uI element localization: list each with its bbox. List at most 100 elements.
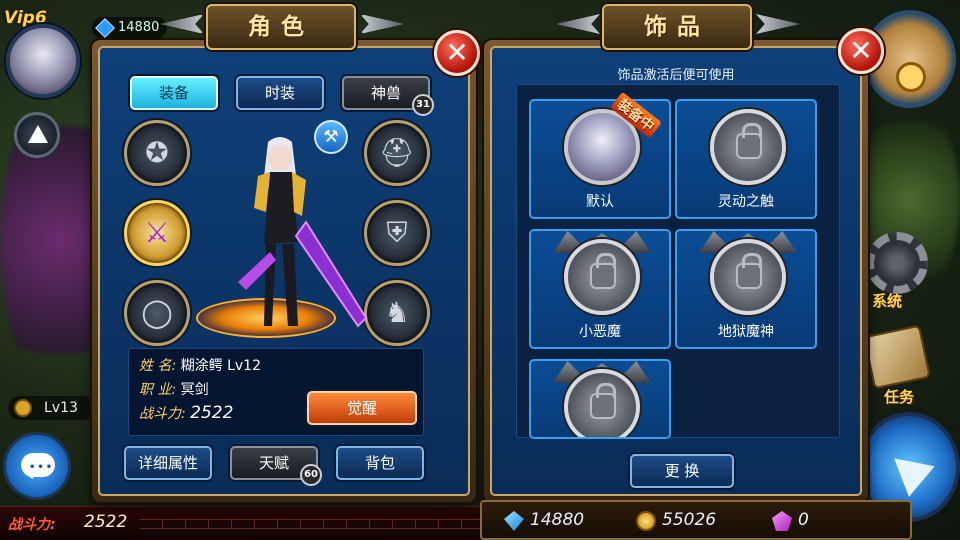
task-label[interactable]: 任务 — [884, 386, 914, 407]
collapse-up-button[interactable] — [14, 112, 60, 158]
accessory-label: 灵动之触 — [718, 194, 774, 210]
replace-button[interactable]: 更 换 — [630, 454, 734, 488]
purple-sword-icon: ⚔ — [144, 216, 170, 249]
accessory-grid: 装备中 默认 灵动之触 小恶魔 地狱魔神 — [516, 84, 840, 439]
accessory-notice: 饰品激活后便可使用 — [617, 68, 735, 83]
left-wing-ornament — [556, 14, 600, 34]
chat-dots: ••• — [29, 462, 55, 473]
equip-slot-ring[interactable]: ◯ — [124, 280, 190, 346]
talent-label: 天赋 — [258, 454, 289, 472]
accessory-panel-body: 饰品激活后便可使用 装备中 默认 灵动之触 小恶魔 地狱魔神 更 换 — [490, 46, 862, 496]
purple-gem-icon — [772, 511, 792, 531]
role-close-button[interactable]: ✕ — [434, 30, 480, 76]
diamond-counter: 14880 — [504, 510, 585, 531]
talent-button[interactable]: 天赋 60 — [230, 446, 322, 486]
close-icon: ✕ — [445, 36, 469, 69]
diamond-icon — [95, 18, 115, 38]
lock-icon — [590, 383, 616, 419]
helmet-icon: ⛑ — [379, 136, 415, 169]
combat-power-bar: 战斗力: 2522 — [0, 506, 480, 540]
character-level: Lv12 — [227, 358, 261, 374]
currency-bar: 14880 55026 0 — [480, 500, 912, 540]
role-panel: 装备 时装 神兽 31 ✪ ⚔ ◯ ⛑ ⛨ ♞ ⚒ 姓 名: 糊涂鳄 Lv12 职… — [92, 40, 476, 502]
accessory-card-imp[interactable]: 小恶魔 — [529, 229, 671, 349]
class-label: 职 业: — [139, 382, 177, 398]
accessory-label: 小恶魔 — [579, 324, 621, 340]
lock-icon: 31 — [412, 94, 434, 116]
locked-accessory-icon — [710, 239, 786, 315]
accessory-panel: 饰品激活后便可使用 装备中 默认 灵动之触 小恶魔 地狱魔神 更 换 — [484, 40, 868, 502]
awaken-button[interactable]: 觉醒 — [307, 391, 417, 425]
top-diamond-value: 14880 — [118, 20, 160, 35]
gold-counter: 55026 — [636, 510, 717, 531]
accessory-card-5[interactable] — [529, 359, 671, 439]
locked-accessory-icon — [564, 369, 640, 437]
pentagram-necklace-icon: ✪ — [145, 136, 169, 169]
tab-fashion-label: 时装 — [264, 84, 295, 102]
accessory-panel-title: 饰品 — [644, 13, 710, 40]
accessory-card-lingdong[interactable]: 灵动之触 — [675, 99, 817, 219]
task-scroll-icon[interactable] — [863, 324, 931, 390]
player-avatar[interactable] — [6, 24, 80, 98]
details-label: 详细属性 — [137, 454, 198, 472]
gold-value: 55026 — [662, 510, 717, 530]
character-info-box: 姓 名: 糊涂鳄 Lv12 职 业: 冥剑 战斗力: 2522 觉醒 — [128, 348, 424, 436]
role-panel-title: 角色 — [248, 13, 314, 40]
locked-accessory-icon — [710, 109, 786, 185]
accessory-label: 默认 — [586, 194, 614, 210]
character-name: 糊涂鳄 — [180, 358, 223, 374]
name-row: 姓 名: 糊涂鳄 Lv12 — [139, 355, 261, 375]
diamond-icon — [504, 511, 524, 531]
tab-equipment-label: 装备 — [158, 84, 189, 102]
gem-counter: 0 — [772, 510, 809, 531]
diamond-value: 14880 — [530, 510, 585, 530]
ring-icon: ◯ — [141, 296, 173, 329]
accessory-close-button[interactable]: ✕ — [838, 28, 884, 74]
accessory-label: 地狱魔神 — [718, 324, 774, 340]
right-wing-ornament — [756, 14, 800, 34]
lock-badge-icon — [14, 399, 32, 417]
character-class: 冥剑 — [180, 382, 209, 398]
equip-slot-weapon[interactable]: ⚔ — [124, 200, 190, 266]
character-model — [238, 137, 368, 328]
boots-icon: ♞ — [384, 296, 410, 329]
equip-slot-helmet[interactable]: ⛑ — [364, 120, 430, 186]
equip-slot-armor[interactable]: ⛨ — [364, 200, 430, 266]
system-label[interactable]: 系统 — [872, 290, 902, 311]
system-gear-icon[interactable] — [866, 232, 928, 294]
lock-icon — [736, 123, 762, 159]
equip-slot-boots[interactable]: ♞ — [364, 280, 430, 346]
power-label: 战斗力: — [139, 406, 186, 422]
bag-label: 背包 — [364, 454, 395, 472]
chat-button[interactable]: ••• — [3, 432, 71, 500]
gold-coin-icon — [636, 511, 656, 531]
triangle-up-icon — [28, 125, 48, 143]
exp-bar-ticks — [140, 519, 480, 529]
class-row: 职 业: 冥剑 — [139, 379, 209, 399]
power-row: 战斗力: 2522 — [139, 403, 233, 423]
tab-beast[interactable]: 神兽 31 — [342, 76, 434, 116]
arrow-icon — [881, 443, 935, 497]
combat-power-label: 战斗力: — [8, 517, 56, 533]
character-power: 2522 — [190, 403, 234, 423]
details-button[interactable]: 详细属性 — [124, 446, 212, 480]
left-wing-ornament — [160, 14, 204, 34]
lock-icon — [736, 253, 762, 289]
compass-icon — [896, 62, 926, 92]
accessory-card-default[interactable]: 装备中 默认 — [529, 91, 671, 219]
bag-button[interactable]: 背包 — [336, 446, 424, 480]
tab-beast-label: 神兽 — [370, 84, 401, 102]
tab-fashion[interactable]: 时装 — [236, 76, 324, 110]
replace-label: 更 换 — [664, 462, 700, 480]
lock-icon: 60 — [300, 464, 322, 486]
role-title-plate: 角色 — [206, 4, 356, 50]
top-diamond-counter: 14880 — [92, 17, 168, 39]
lock-icon — [590, 253, 616, 289]
accessory-card-hell-god[interactable]: 地狱魔神 — [675, 229, 817, 349]
name-label: 姓 名: — [139, 358, 177, 374]
equip-slot-necklace[interactable]: ✪ — [124, 120, 190, 186]
side-level-text: Lv13 — [44, 400, 78, 416]
tab-equipment[interactable]: 装备 — [130, 76, 218, 110]
right-wing-ornament — [360, 14, 404, 34]
combat-power-value: 2522 — [84, 512, 128, 532]
